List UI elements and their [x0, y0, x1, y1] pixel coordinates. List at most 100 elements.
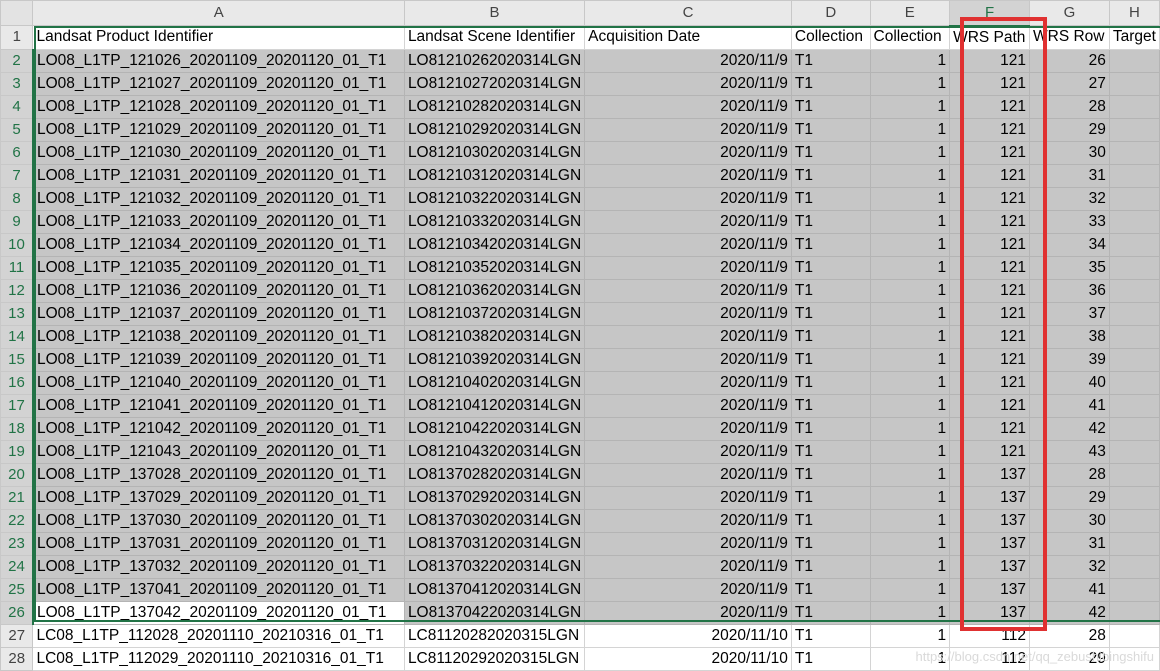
wrs-path-cell[interactable]: 121 — [949, 117, 1030, 142]
collection-number-cell[interactable]: 1 — [869, 531, 951, 556]
wrs-row-cell[interactable]: 43 — [1029, 439, 1110, 464]
scene-id-cell[interactable]: LC81120282020315LGN — [403, 623, 586, 648]
scene-id-cell[interactable]: LO81370422020314LGN — [403, 600, 586, 625]
acquisition-date-cell[interactable]: 2020/11/9 — [584, 186, 792, 211]
collection-number-cell[interactable]: 1 — [869, 508, 951, 533]
collection-category-cell[interactable]: T1 — [790, 416, 871, 441]
collection-number-cell[interactable]: 1 — [869, 48, 951, 73]
collection-number-cell[interactable]: 1 — [869, 94, 951, 119]
row-header[interactable]: 8 — [0, 186, 34, 211]
acquisition-date-cell[interactable]: 2020/11/9 — [584, 485, 792, 510]
wrs-row-cell[interactable]: 28 — [1029, 94, 1110, 119]
row-header[interactable]: 14 — [0, 324, 34, 349]
wrs-path-cell[interactable]: 121 — [949, 48, 1030, 73]
header-cell-g[interactable]: WRS Row — [1029, 25, 1110, 50]
wrs-path-cell[interactable]: 121 — [949, 347, 1030, 372]
row-header[interactable]: 24 — [0, 554, 34, 579]
scene-id-cell[interactable]: LO81370292020314LGN — [403, 485, 586, 510]
scene-id-cell[interactable]: LO81370302020314LGN — [403, 508, 586, 533]
wrs-row-cell[interactable]: 29 — [1029, 485, 1110, 510]
wrs-row-cell[interactable]: 27 — [1029, 71, 1110, 96]
wrs-path-cell[interactable]: 112 — [949, 646, 1030, 671]
wrs-row-cell[interactable]: 41 — [1029, 393, 1110, 418]
wrs-path-cell[interactable]: 121 — [949, 324, 1030, 349]
collection-number-cell[interactable]: 1 — [869, 646, 951, 671]
acquisition-date-cell[interactable]: 2020/11/9 — [584, 232, 792, 257]
target-cell[interactable] — [1108, 577, 1160, 602]
product-id-cell[interactable]: LC08_L1TP_112029_20201110_20210316_01_T1 — [32, 646, 405, 671]
acquisition-date-cell[interactable]: 2020/11/9 — [584, 278, 792, 303]
acquisition-date-cell[interactable]: 2020/11/9 — [584, 554, 792, 579]
target-cell[interactable] — [1108, 646, 1160, 671]
acquisition-date-cell[interactable]: 2020/11/9 — [584, 71, 792, 96]
wrs-row-cell[interactable]: 29 — [1029, 646, 1110, 671]
target-cell[interactable] — [1108, 508, 1160, 533]
target-cell[interactable] — [1108, 94, 1160, 119]
wrs-row-cell[interactable]: 31 — [1029, 531, 1110, 556]
product-id-cell[interactable]: LO08_L1TP_121043_20201109_20201120_01_T1 — [32, 439, 405, 464]
collection-category-cell[interactable]: T1 — [790, 439, 871, 464]
product-id-cell[interactable]: LO08_L1TP_137042_20201109_20201120_01_T1 — [32, 600, 405, 625]
collection-category-cell[interactable]: T1 — [790, 646, 871, 671]
row-header[interactable]: 26 — [0, 600, 34, 625]
wrs-path-cell[interactable]: 121 — [949, 140, 1030, 165]
collection-number-cell[interactable]: 1 — [869, 255, 951, 280]
scene-id-cell[interactable]: LO81210292020314LGN — [403, 117, 586, 142]
wrs-row-cell[interactable]: 32 — [1029, 186, 1110, 211]
collection-category-cell[interactable]: T1 — [790, 531, 871, 556]
wrs-path-cell[interactable]: 137 — [949, 485, 1030, 510]
target-cell[interactable] — [1108, 554, 1160, 579]
acquisition-date-cell[interactable]: 2020/11/9 — [584, 531, 792, 556]
acquisition-date-cell[interactable]: 2020/11/9 — [584, 462, 792, 487]
wrs-path-cell[interactable]: 137 — [949, 531, 1030, 556]
collection-number-cell[interactable]: 1 — [869, 623, 951, 648]
collection-number-cell[interactable]: 1 — [869, 554, 951, 579]
collection-category-cell[interactable]: T1 — [790, 140, 871, 165]
row-header[interactable]: 21 — [0, 485, 34, 510]
row-header[interactable]: 2 — [0, 48, 34, 73]
acquisition-date-cell[interactable]: 2020/11/9 — [584, 439, 792, 464]
scene-id-cell[interactable]: LO81210342020314LGN — [403, 232, 586, 257]
select-all-corner[interactable] — [0, 0, 34, 26]
target-cell[interactable] — [1108, 347, 1160, 372]
wrs-row-cell[interactable]: 37 — [1029, 301, 1110, 326]
acquisition-date-cell[interactable]: 2020/11/10 — [584, 623, 792, 648]
wrs-path-cell[interactable]: 121 — [949, 186, 1030, 211]
row-header[interactable]: 12 — [0, 278, 34, 303]
target-cell[interactable] — [1108, 600, 1160, 625]
collection-category-cell[interactable]: T1 — [790, 485, 871, 510]
wrs-path-cell[interactable]: 137 — [949, 554, 1030, 579]
row-header[interactable]: 23 — [0, 531, 34, 556]
wrs-row-cell[interactable]: 39 — [1029, 347, 1110, 372]
row-header[interactable]: 1 — [0, 25, 34, 50]
target-cell[interactable] — [1108, 163, 1160, 188]
header-cell-f[interactable]: WRS Path — [949, 25, 1030, 50]
row-header[interactable]: 5 — [0, 117, 34, 142]
product-id-cell[interactable]: LO08_L1TP_121031_20201109_20201120_01_T1 — [32, 163, 405, 188]
collection-category-cell[interactable]: T1 — [790, 370, 871, 395]
wrs-path-cell[interactable]: 121 — [949, 416, 1030, 441]
row-header[interactable]: 16 — [0, 370, 34, 395]
wrs-path-cell[interactable]: 121 — [949, 71, 1030, 96]
wrs-path-cell[interactable]: 121 — [949, 301, 1030, 326]
target-cell[interactable] — [1108, 623, 1160, 648]
wrs-path-cell[interactable]: 137 — [949, 462, 1030, 487]
acquisition-date-cell[interactable]: 2020/11/9 — [584, 209, 792, 234]
collection-number-cell[interactable]: 1 — [869, 232, 951, 257]
scene-id-cell[interactable]: LO81370312020314LGN — [403, 531, 586, 556]
wrs-path-cell[interactable]: 121 — [949, 163, 1030, 188]
product-id-cell[interactable]: LO08_L1TP_137028_20201109_20201120_01_T1 — [32, 462, 405, 487]
product-id-cell[interactable]: LO08_L1TP_121042_20201109_20201120_01_T1 — [32, 416, 405, 441]
product-id-cell[interactable]: LO08_L1TP_137032_20201109_20201120_01_T1 — [32, 554, 405, 579]
collection-category-cell[interactable]: T1 — [790, 623, 871, 648]
row-header[interactable]: 3 — [0, 71, 34, 96]
wrs-row-cell[interactable]: 41 — [1029, 577, 1110, 602]
wrs-row-cell[interactable]: 26 — [1029, 48, 1110, 73]
scene-id-cell[interactable]: LO81210412020314LGN — [403, 393, 586, 418]
wrs-row-cell[interactable]: 38 — [1029, 324, 1110, 349]
collection-number-cell[interactable]: 1 — [869, 416, 951, 441]
collection-number-cell[interactable]: 1 — [869, 301, 951, 326]
product-id-cell[interactable]: LO08_L1TP_137030_20201109_20201120_01_T1 — [32, 508, 405, 533]
collection-category-cell[interactable]: T1 — [790, 301, 871, 326]
acquisition-date-cell[interactable]: 2020/11/9 — [584, 577, 792, 602]
